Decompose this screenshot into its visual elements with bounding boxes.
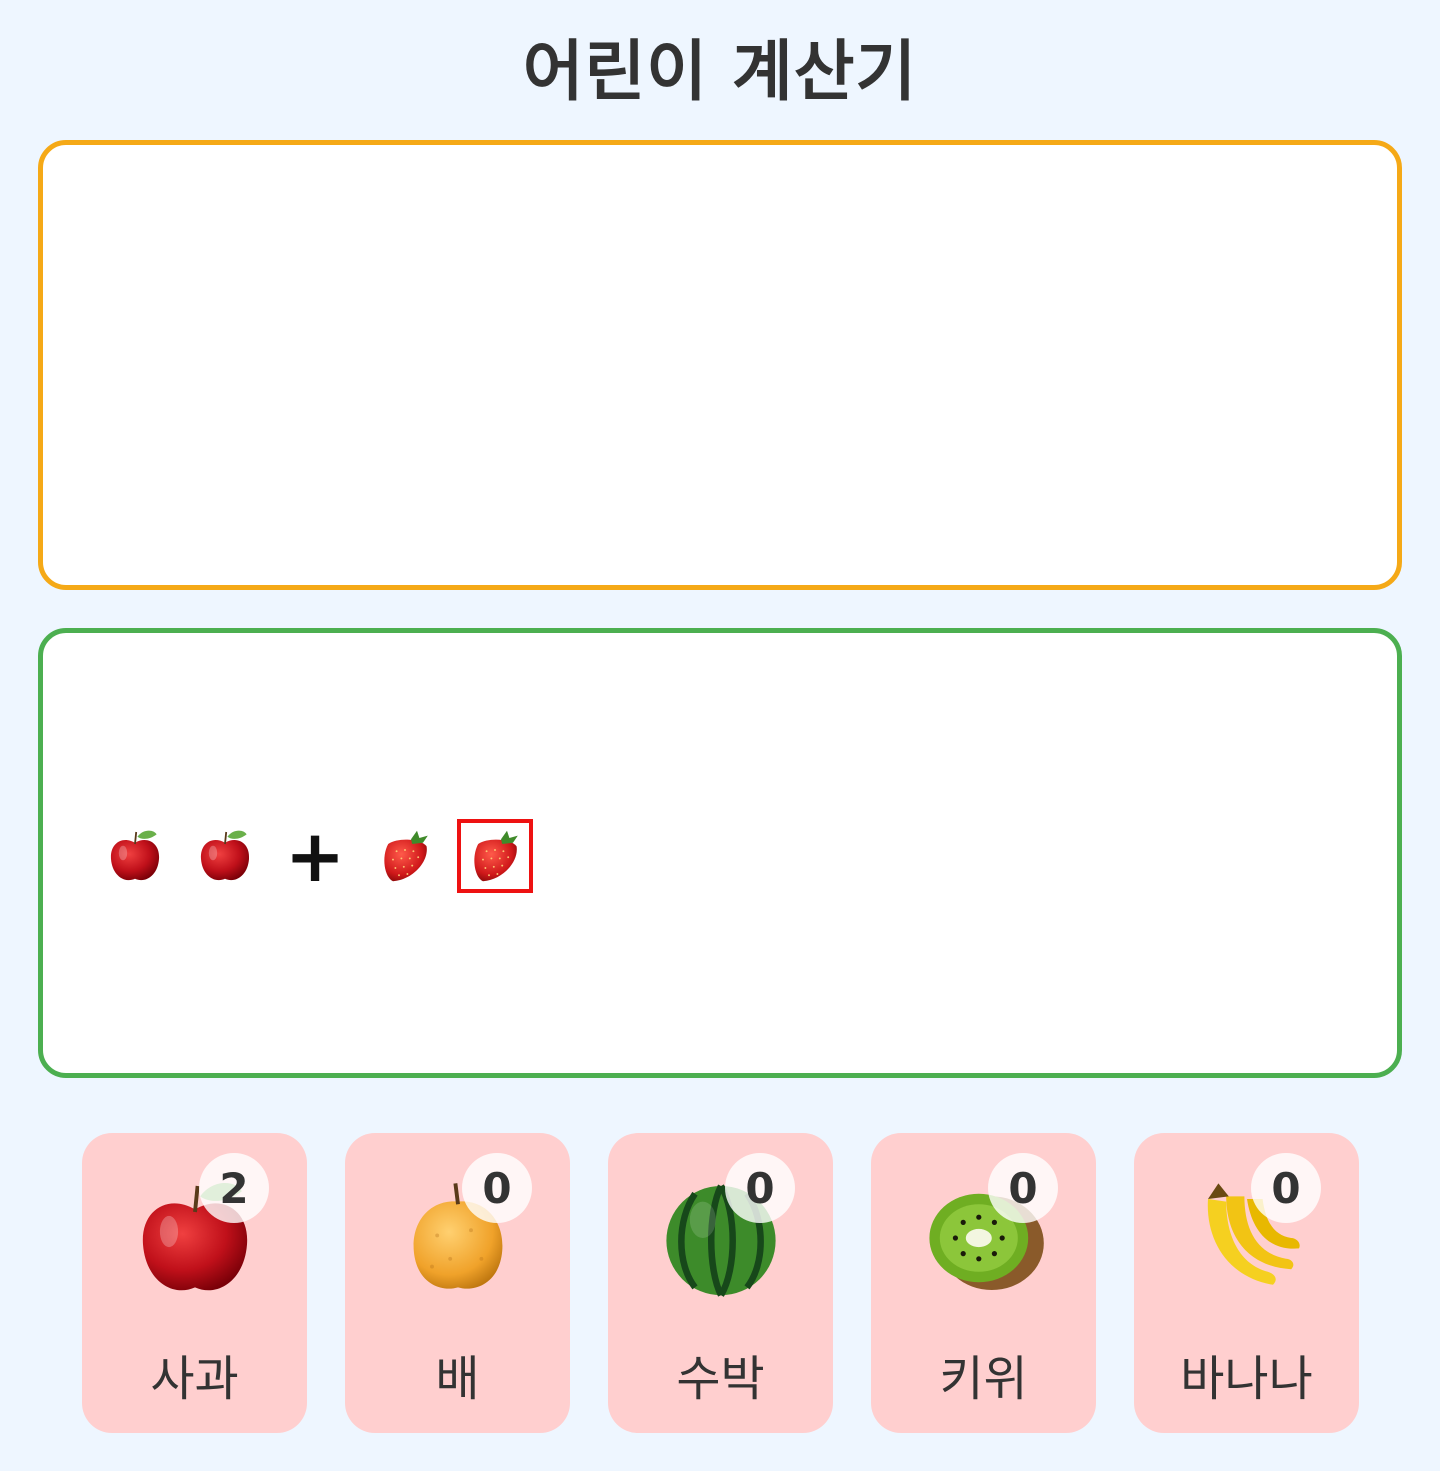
fruit-label: 배 — [435, 1351, 480, 1407]
fruit-card-watermelon[interactable]: 0 수박 — [608, 1133, 833, 1433]
strawberry-icon — [465, 826, 525, 886]
fruit-label: 사과 — [150, 1351, 239, 1407]
equation-strawberry-2-selected[interactable] — [457, 819, 533, 893]
count-badge: 2 — [199, 1153, 269, 1223]
fruit-card-kiwi[interactable]: 0 키위 — [871, 1133, 1096, 1433]
page-title: 어린이 계산기 — [522, 33, 918, 110]
equation-apple-1[interactable] — [97, 819, 173, 893]
count-badge: 0 — [462, 1153, 532, 1223]
apple-icon — [105, 826, 165, 886]
fruit-card-pear[interactable]: 0 배 — [345, 1133, 570, 1433]
fruit-card-apple[interactable]: 2 사과 — [82, 1133, 307, 1433]
equation-strawberry-1[interactable] — [367, 819, 443, 893]
equation-apple-2[interactable] — [187, 819, 263, 893]
calculator-app: 어린이 계산기 + 2 사과 0 배 0 수박 0 키위 0 바나나 — [0, 0, 1440, 1471]
fruit-card-banana[interactable]: 0 바나나 — [1134, 1133, 1359, 1433]
equation-row: + — [97, 819, 547, 893]
fruit-label: 바나나 — [1180, 1351, 1313, 1407]
strawberry-icon — [375, 826, 435, 886]
apple-icon — [195, 826, 255, 886]
count-badge: 0 — [988, 1153, 1058, 1223]
fruit-label: 수박 — [676, 1351, 765, 1407]
fruit-picker: 2 사과 0 배 0 수박 0 키위 0 바나나 — [82, 1133, 1359, 1433]
result-panel — [38, 140, 1402, 590]
count-badge: 0 — [725, 1153, 795, 1223]
fruit-label: 키위 — [939, 1351, 1028, 1407]
equation-panel: + — [38, 628, 1402, 1078]
plus-operator: + — [284, 814, 346, 898]
count-badge: 0 — [1251, 1153, 1321, 1223]
